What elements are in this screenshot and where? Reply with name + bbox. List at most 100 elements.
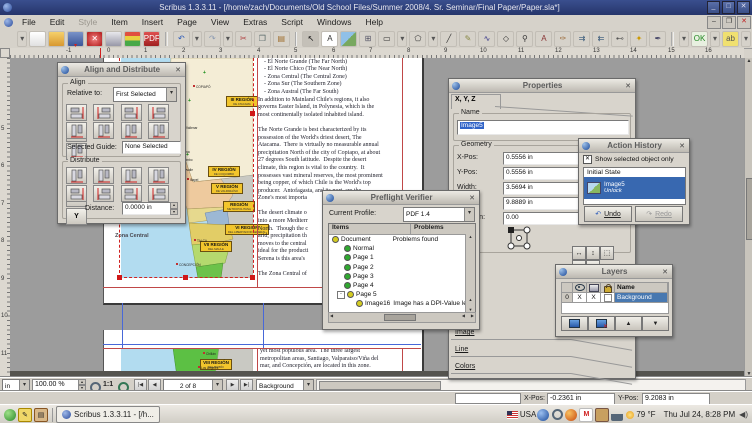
menu-launcher-icon[interactable] xyxy=(4,409,16,421)
insert-polygon-button[interactable]: ⬠ xyxy=(409,31,426,47)
menu-item[interactable]: View xyxy=(204,17,236,27)
child-minimize-button[interactable]: – xyxy=(707,16,721,29)
preflight-row[interactable]: Normal xyxy=(329,244,475,253)
zoom-level-input[interactable]: 100.00 % xyxy=(32,379,80,391)
menu-item[interactable]: Script xyxy=(274,17,310,27)
close-icon[interactable]: ✕ xyxy=(679,142,685,150)
undo-menu-arrow[interactable]: ▾ xyxy=(192,31,202,47)
tray-icon-globe[interactable] xyxy=(537,409,549,421)
distribute-bottom-button[interactable] xyxy=(148,185,169,202)
preflight-row[interactable]: Page 1 xyxy=(329,253,475,262)
history-item-selected[interactable]: Image5 Unlock xyxy=(584,177,685,199)
redo-button[interactable]: ↷ Redo xyxy=(635,206,683,222)
align-center-h-button[interactable] xyxy=(121,104,142,121)
insert-table-button[interactable]: ⊞ xyxy=(359,31,376,47)
layers-titlebar[interactable]: Layers ✕ xyxy=(556,265,672,279)
select-item-button[interactable]: ↖ xyxy=(302,31,319,47)
measurements-button[interactable]: ⊷ xyxy=(611,31,628,47)
raise-layer-button[interactable]: ▲ xyxy=(615,316,642,331)
child-restore-button[interactable]: ❐ xyxy=(722,16,736,29)
menu-item[interactable]: Style xyxy=(71,17,104,27)
volume-icon[interactable]: ◀) xyxy=(739,410,748,419)
scroll-up-arrow[interactable]: ▲ xyxy=(466,234,475,239)
layer-row-name[interactable]: Background xyxy=(615,293,668,303)
preflight-row[interactable]: - Page 5 xyxy=(329,290,475,299)
distribute-gaps-h-button[interactable] xyxy=(121,167,142,184)
preflight-row[interactable]: Page 4 xyxy=(329,281,475,290)
close-icon[interactable]: ✕ xyxy=(175,66,181,74)
align-right-button[interactable] xyxy=(148,104,169,121)
align-bottom-button[interactable] xyxy=(148,122,169,139)
selection-handle[interactable] xyxy=(250,111,255,116)
distance-spinner[interactable]: ▴▾ xyxy=(170,202,178,215)
object-name-input[interactable]: Image5 xyxy=(457,120,629,135)
preflight-row[interactable]: Image16 Image has a DPI-Value les xyxy=(329,299,475,308)
properties-section-header[interactable]: Colors xyxy=(449,363,635,377)
toolbar-overflow-arrow[interactable]: ▾ xyxy=(17,31,27,47)
properties-titlebar[interactable]: Properties ✕ xyxy=(449,79,635,93)
zoom-button[interactable]: ⚲ xyxy=(516,31,533,47)
menu-item[interactable]: Insert xyxy=(135,17,170,27)
redo-menu-arrow[interactable]: ▾ xyxy=(223,31,233,47)
tab-xyz[interactable]: X, Y, Z xyxy=(451,94,501,109)
profile-select[interactable]: PDF 1.4▾ xyxy=(403,207,475,222)
preflight-titlebar[interactable]: Preflight Verifier ✕ xyxy=(323,191,479,205)
lock-object-button[interactable]: ⬚ xyxy=(600,246,614,260)
taskbar-window-button[interactable]: Scribus 1.3.3.11 - [/h... xyxy=(56,406,160,423)
redo-button[interactable]: ↷ xyxy=(204,31,221,47)
horizontal-guide[interactable] xyxy=(103,344,421,345)
layers-table[interactable]: Name 0 X X Background xyxy=(561,282,669,314)
scrollbar-thumb[interactable] xyxy=(746,178,752,240)
show-selected-checkbox[interactable]: ✕ Show selected object only xyxy=(583,155,674,164)
selection-handle[interactable] xyxy=(183,275,188,280)
notes-app-icon[interactable]: ✎ xyxy=(18,408,32,422)
layer-lock-checkbox[interactable] xyxy=(601,293,615,303)
canvas-vertical-scrollbar[interactable]: ▲ ▼ xyxy=(744,58,752,377)
distribute-top-button[interactable] xyxy=(66,185,87,202)
pdf-push-button-arrow[interactable]: ▾ xyxy=(710,31,720,47)
align-dialog-titlebar[interactable]: Align and Distribute ✕ xyxy=(58,63,185,77)
menu-item[interactable]: File xyxy=(15,17,43,27)
print-button[interactable] xyxy=(105,31,122,47)
menu-item[interactable]: Windows xyxy=(310,17,358,27)
close-button[interactable]: ✕ xyxy=(86,31,103,47)
history-list[interactable]: Initial State Image5 Unlock xyxy=(583,167,686,205)
distribute-right-button[interactable] xyxy=(148,167,169,184)
chevron-down-icon[interactable]: ▾ xyxy=(166,88,176,101)
distribute-center-v-button[interactable] xyxy=(93,185,114,202)
tree-expander-icon[interactable]: - xyxy=(337,291,345,299)
child-close-button[interactable]: ✕ xyxy=(737,16,751,29)
story-editor-button[interactable]: ✑ xyxy=(554,31,571,47)
align-left-button[interactable] xyxy=(93,104,114,121)
pdf-text-field-button[interactable]: ab xyxy=(722,31,739,47)
distance-input[interactable]: 0.0000 in xyxy=(122,202,172,215)
preflight-row[interactable]: Page 2 xyxy=(329,263,475,272)
action-history-titlebar[interactable]: Action History ✕ xyxy=(579,139,689,153)
copy-button[interactable]: ❐ xyxy=(254,31,271,47)
paste-button[interactable]: ▤ xyxy=(273,31,290,47)
copy-item-properties-button[interactable]: ✦ xyxy=(630,31,647,47)
cut-button[interactable]: ✂ xyxy=(235,31,252,47)
distribute-center-h-button[interactable] xyxy=(93,167,114,184)
zoom-actual-button[interactable]: 1:1 xyxy=(103,381,113,388)
menu-item[interactable]: Extras xyxy=(236,17,274,27)
delete-layer-button[interactable]: ✕ xyxy=(588,316,615,331)
scroll-right-arrow[interactable]: ▶ xyxy=(471,313,474,318)
flip-horizontal-button[interactable]: ↔ xyxy=(572,246,586,260)
new-document-button[interactable] xyxy=(29,31,46,47)
link-text-frames-button[interactable]: ⇉ xyxy=(573,31,590,47)
undo-button[interactable]: ↶ Undo xyxy=(584,206,632,222)
lock-column-header[interactable] xyxy=(601,283,615,293)
preflight-hscrollbar[interactable]: ◀ ◀ ▶ xyxy=(328,312,476,323)
rotate-item-button[interactable]: ◇ xyxy=(497,31,514,47)
tray-icon-mail[interactable]: M xyxy=(579,408,593,422)
preflight-row[interactable]: Page 3 xyxy=(329,272,475,281)
edit-contents-button[interactable]: A xyxy=(535,31,552,47)
selection-handle[interactable] xyxy=(250,275,255,280)
close-icon[interactable]: ✕ xyxy=(662,268,668,276)
insert-text-frame-button[interactable]: A xyxy=(321,31,338,47)
vertical-guide[interactable] xyxy=(263,303,264,348)
tray-icon-search[interactable] xyxy=(551,409,563,421)
align-top-button[interactable] xyxy=(93,122,114,139)
menu-item[interactable]: Page xyxy=(170,17,204,27)
